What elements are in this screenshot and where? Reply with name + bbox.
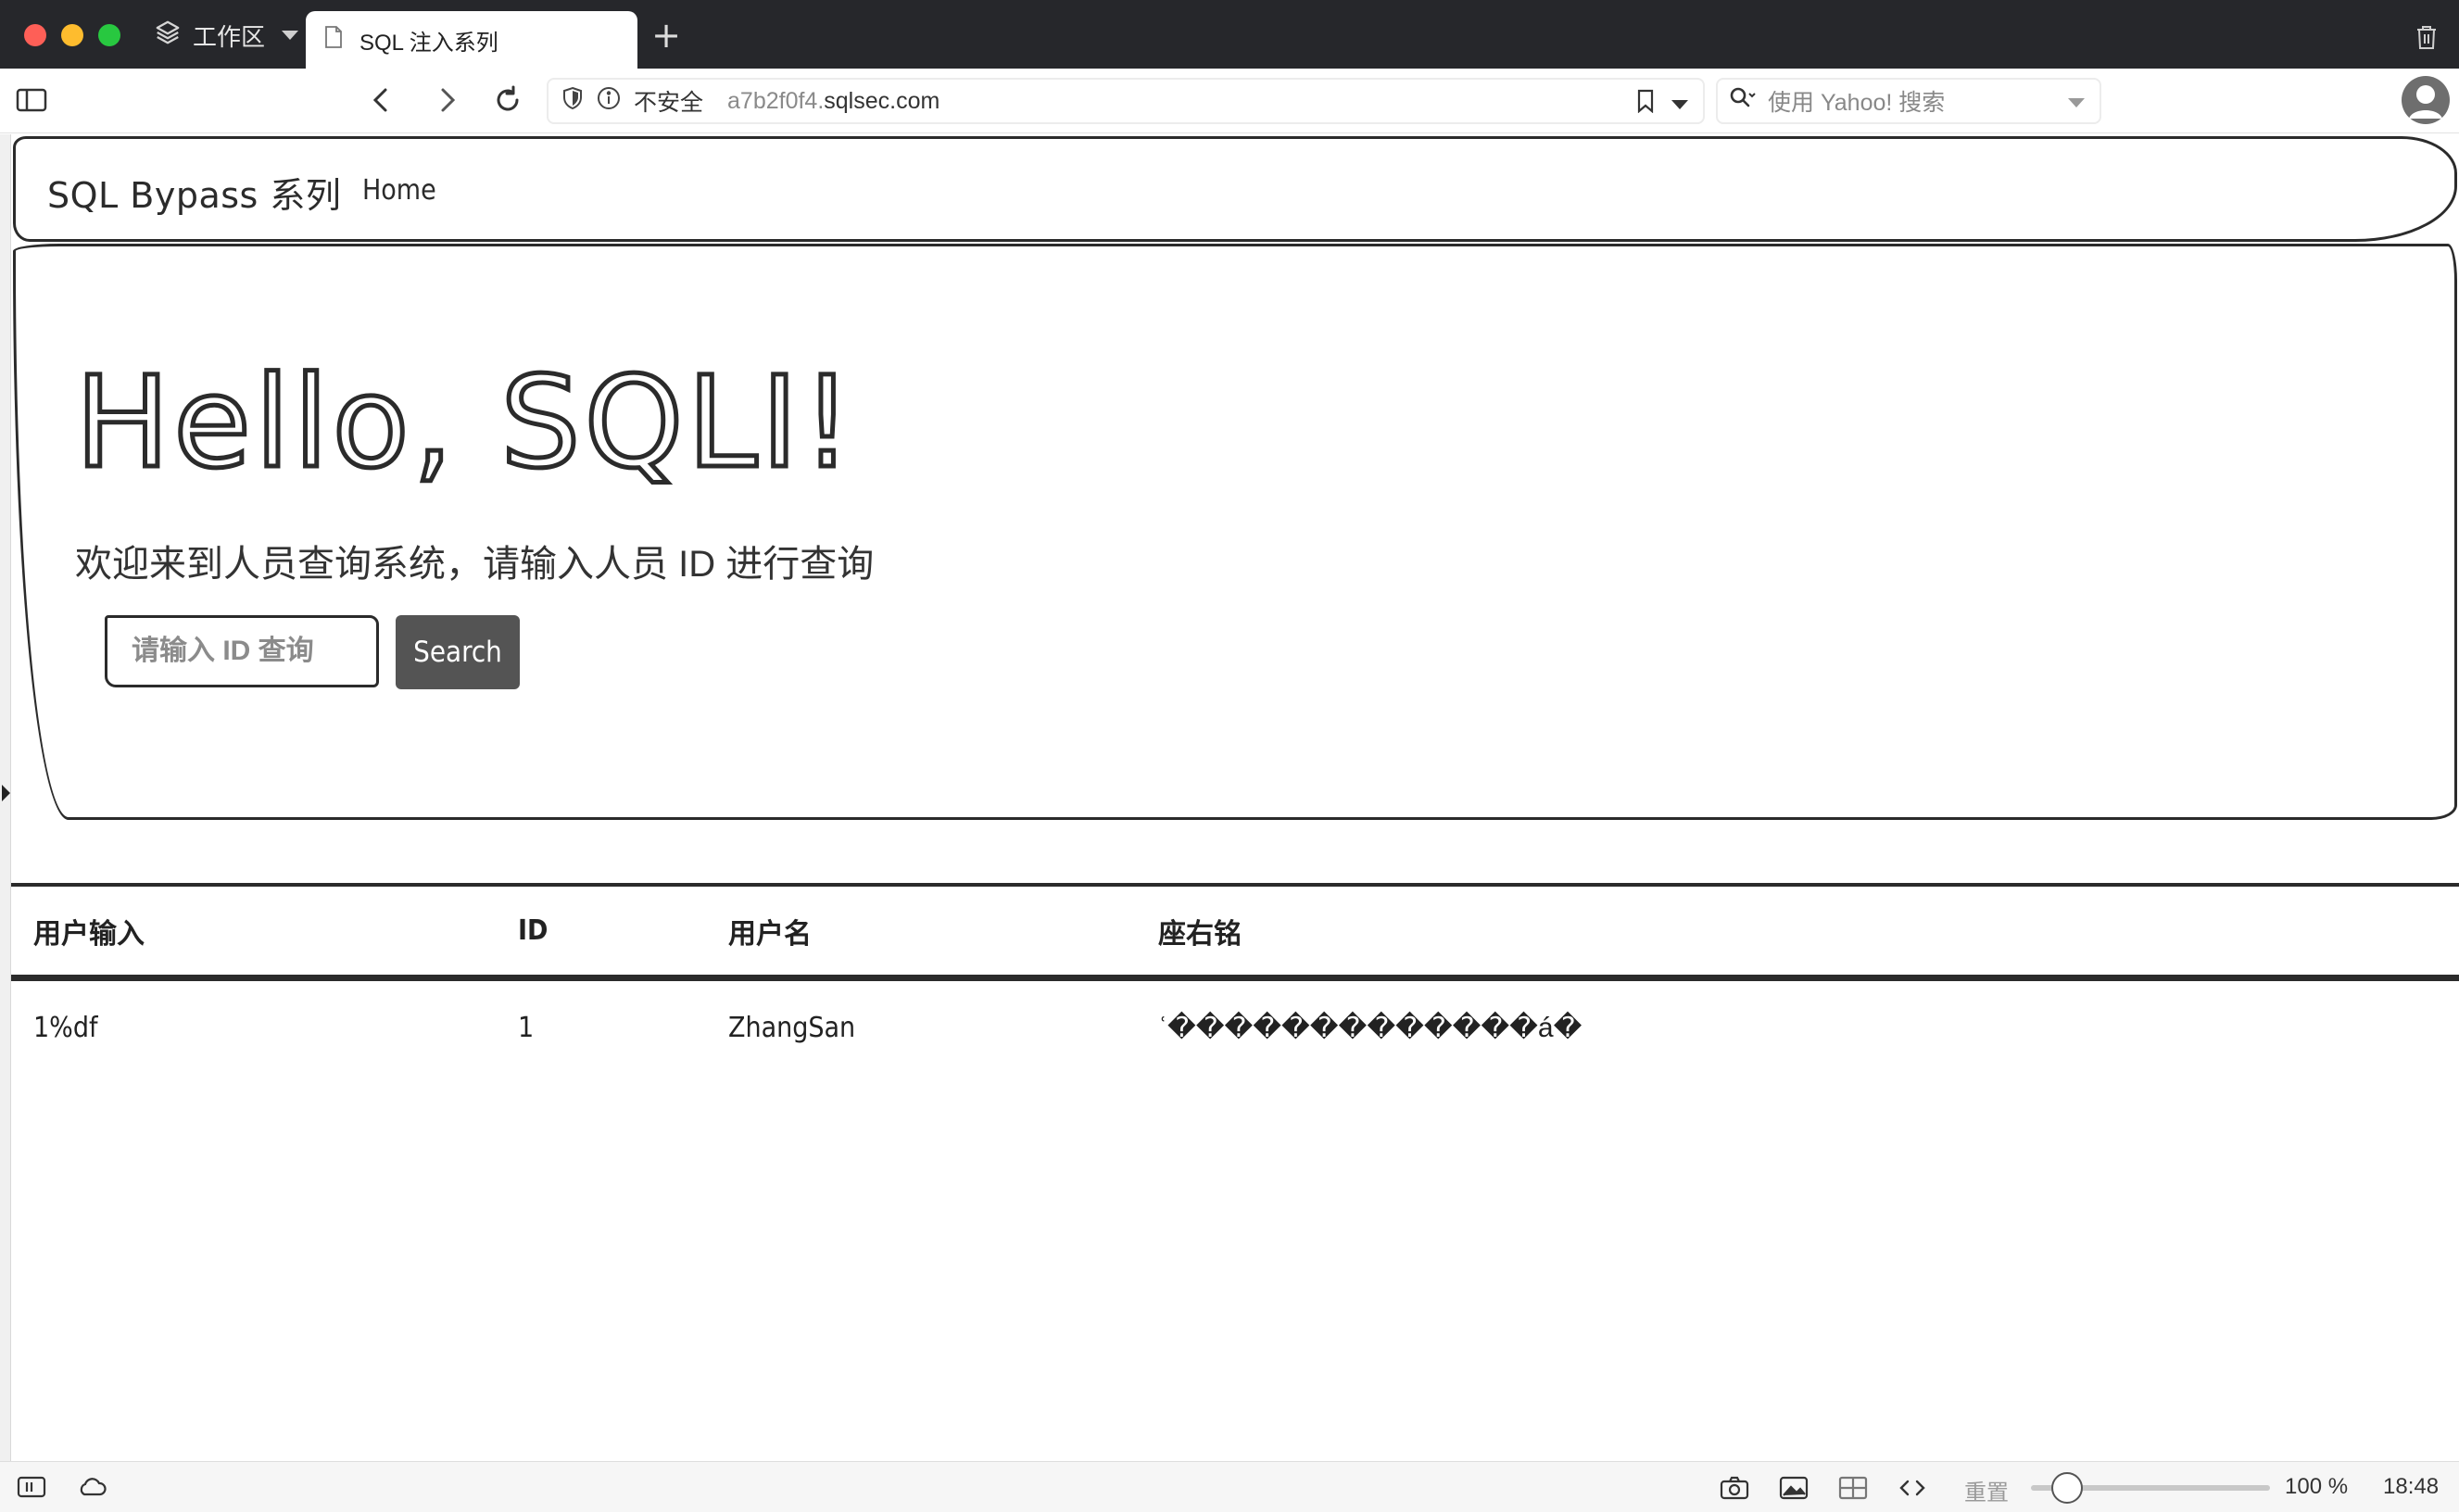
tab-sql-injection[interactable]: SQL 注入系列: [306, 11, 637, 69]
bookmark-menu-chevron-icon[interactable]: [1671, 99, 1688, 109]
panel-toggle-icon[interactable]: [17, 1475, 46, 1506]
title-bar: 工作区 SQL 注入系列 +: [0, 0, 2459, 69]
column-header-username: 用户名: [728, 918, 812, 950]
tab-title: SQL 注入系列: [359, 30, 498, 56]
new-tab-button[interactable]: +: [649, 18, 684, 54]
bookmark-icon[interactable]: [1636, 89, 1655, 120]
forward-icon[interactable]: [430, 83, 463, 121]
browser-toolbar: 不安全 a7b2f0f4.sqlsec.com 使用 Yahoo! 搜索: [0, 69, 2459, 133]
cloud-sync-icon[interactable]: [76, 1475, 107, 1506]
url-domain: sqlsec.com: [824, 87, 940, 114]
sidebar-toggle-icon[interactable]: [15, 83, 48, 121]
search-box[interactable]: 使用 Yahoo! 搜索: [1716, 78, 2101, 124]
results-table: 用户输入 ID 用户名 座右铭 1%df 1 ZhangSan ʿ�������…: [11, 883, 2459, 1074]
page-tiling-icon[interactable]: [1838, 1475, 1868, 1507]
zoom-slider-thumb[interactable]: [2050, 1472, 2083, 1504]
reload-icon[interactable]: [491, 83, 524, 121]
info-icon[interactable]: [597, 86, 621, 117]
id-search-input[interactable]: [105, 615, 379, 687]
search-engine-chevron-icon[interactable]: [2068, 98, 2085, 107]
security-label: 不安全: [634, 90, 704, 116]
table-row: 1%df 1 ZhangSan ʿ�������������á�: [11, 981, 2459, 1074]
page-icon: [324, 25, 343, 56]
cell-user-input: 1%df: [33, 1011, 98, 1044]
cell-username: ZhangSan: [728, 1011, 856, 1044]
welcome-text: 欢迎来到人员查询系统，请输入人员 ID 进行查询: [75, 544, 875, 585]
workspace-label: 工作区: [193, 22, 266, 51]
search-placeholder: 使用 Yahoo! 搜索: [1768, 90, 1946, 116]
camera-icon[interactable]: [1720, 1475, 1749, 1507]
cell-motto: ʿ�������������á�: [1158, 1012, 1583, 1043]
search-icon: [1729, 86, 1757, 117]
address-bar[interactable]: 不安全 a7b2f0f4.sqlsec.com: [547, 78, 1705, 124]
zoom-level: 100 %: [2285, 1474, 2349, 1499]
back-icon[interactable]: [365, 83, 398, 121]
status-bar: 重置 100 % 18:48: [0, 1461, 2459, 1512]
code-icon[interactable]: [1898, 1475, 1927, 1507]
shield-icon[interactable]: [561, 86, 584, 117]
clock: 18:48: [2383, 1474, 2440, 1499]
profile-avatar-icon[interactable]: [2402, 76, 2450, 124]
site-brand[interactable]: SQL Bypass 系列: [47, 167, 341, 218]
url-text[interactable]: a7b2f0f4.sqlsec.com: [727, 88, 939, 115]
image-icon[interactable]: [1779, 1475, 1809, 1507]
close-window-button[interactable]: [24, 24, 46, 46]
layers-icon: [154, 19, 182, 53]
column-header-user-input: 用户输入: [33, 918, 145, 950]
panel-arrow-icon[interactable]: [2, 785, 10, 801]
zoom-reset-button[interactable]: 重置: [1964, 1474, 2009, 1506]
page-heading: Hello, SQLI!: [73, 348, 856, 499]
column-header-id: ID: [518, 914, 549, 947]
minimize-window-button[interactable]: [61, 24, 83, 46]
web-page: SQL Bypass 系列 Home Hello, SQLI! 欢迎来到人员查询…: [0, 134, 2459, 1461]
chevron-down-icon: [282, 31, 299, 40]
maximize-window-button[interactable]: [98, 24, 120, 46]
url-subdomain: a7b2f0f4.: [727, 87, 825, 114]
table-header-row: 用户输入 ID 用户名 座右铭: [11, 883, 2459, 981]
column-header-motto: 座右铭: [1158, 918, 1242, 950]
search-button[interactable]: Search: [396, 615, 520, 689]
trash-icon[interactable]: [2415, 24, 2439, 55]
hero-panel: Hello, SQLI! 欢迎来到人员查询系统，请输入人员 ID 进行查询 Se…: [13, 244, 2457, 820]
workspace-switcher[interactable]: 工作区: [154, 19, 299, 53]
site-navbar: SQL Bypass 系列 Home: [13, 136, 2457, 242]
cell-id: 1: [518, 1011, 535, 1044]
nav-home-link[interactable]: Home: [362, 174, 436, 207]
zoom-slider[interactable]: [2031, 1472, 2270, 1504]
